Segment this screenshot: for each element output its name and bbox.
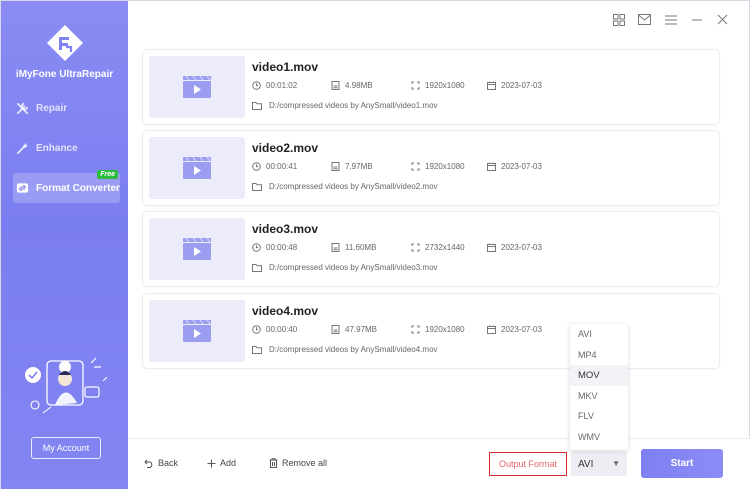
grid-icon[interactable] bbox=[612, 13, 625, 26]
mail-icon[interactable] bbox=[638, 13, 651, 26]
my-account-button[interactable]: My Account bbox=[31, 437, 101, 459]
calendar-icon bbox=[487, 325, 496, 334]
video-card[interactable]: video4.mov 00:00:40 47.97MB 1920x1080 20… bbox=[143, 294, 719, 368]
clock-icon bbox=[252, 243, 261, 252]
video-duration: 00:00:40 bbox=[252, 325, 297, 334]
menu-icon[interactable] bbox=[664, 13, 677, 26]
video-date: 2023-07-03 bbox=[487, 243, 542, 252]
video-name: video1.mov bbox=[252, 60, 319, 74]
format-option[interactable]: FLV bbox=[570, 406, 628, 427]
app-window: iMyFone UltraRepair Repair Enhance Forma… bbox=[0, 0, 750, 489]
format-option-highlighted[interactable]: MOV bbox=[570, 365, 628, 386]
file-icon bbox=[331, 243, 340, 252]
close-icon[interactable] bbox=[716, 13, 729, 26]
format-option[interactable]: AVI bbox=[570, 324, 628, 345]
start-button[interactable]: Start bbox=[641, 449, 723, 478]
output-format-label: Output Format bbox=[489, 452, 567, 476]
app-logo-icon bbox=[47, 25, 83, 61]
video-card[interactable]: video1.mov 00:01:02 4.98MB 1920x1080 202… bbox=[143, 50, 719, 124]
video-name: video2.mov bbox=[252, 141, 319, 155]
video-date: 2023-07-03 bbox=[487, 81, 542, 90]
video-size: 47.97MB bbox=[331, 325, 377, 334]
free-badge: Free bbox=[97, 170, 118, 179]
sidebar: iMyFone UltraRepair Repair Enhance Forma… bbox=[1, 1, 128, 489]
video-duration: 00:00:48 bbox=[252, 243, 297, 252]
format-select[interactable]: AVI ▼ bbox=[571, 452, 627, 476]
back-button[interactable]: Back bbox=[144, 458, 178, 468]
video-duration: 00:01:02 bbox=[252, 81, 297, 90]
resolution-icon bbox=[411, 325, 420, 334]
video-size: 4.98MB bbox=[331, 81, 373, 90]
video-path: D:/compressed videos by AnySmall/video4.… bbox=[252, 345, 438, 354]
minimize-icon[interactable] bbox=[690, 13, 703, 26]
video-name: video3.mov bbox=[252, 222, 319, 236]
remove-all-button[interactable]: Remove all bbox=[269, 458, 327, 468]
video-icon bbox=[183, 157, 211, 179]
video-duration: 00:00:41 bbox=[252, 162, 297, 171]
resolution-icon bbox=[411, 243, 420, 252]
video-resolution: 1920x1080 bbox=[411, 325, 465, 334]
sidebar-item-repair[interactable]: Repair bbox=[13, 95, 120, 121]
video-size: 11.60MB bbox=[331, 243, 376, 252]
format-dropdown: AVI MP4 MOV MKV FLV WMV bbox=[570, 324, 628, 450]
folder-icon bbox=[252, 263, 262, 272]
selected-format: AVI bbox=[578, 458, 594, 470]
add-button[interactable]: Add bbox=[207, 458, 236, 468]
clock-icon bbox=[252, 81, 261, 90]
video-date: 2023-07-03 bbox=[487, 162, 542, 171]
video-thumbnail bbox=[149, 218, 245, 280]
calendar-icon bbox=[487, 243, 496, 252]
video-name: video4.mov bbox=[252, 304, 319, 318]
format-option[interactable]: MP4 bbox=[570, 345, 628, 366]
sidebar-item-label: Enhance bbox=[36, 142, 78, 154]
magic-wand-icon bbox=[15, 141, 29, 155]
folder-icon bbox=[252, 101, 262, 110]
file-icon bbox=[331, 81, 340, 90]
convert-icon bbox=[15, 181, 29, 195]
video-path: D:/compressed videos by AnySmall/video2.… bbox=[252, 182, 438, 191]
sidebar-item-label: Repair bbox=[36, 102, 68, 114]
titlebar-controls bbox=[612, 13, 729, 26]
video-thumbnail bbox=[149, 137, 245, 199]
resolution-icon bbox=[411, 81, 420, 90]
format-option[interactable]: WMV bbox=[570, 427, 628, 448]
sidebar-item-format-converter[interactable]: Format Converter Free bbox=[13, 170, 120, 203]
calendar-icon bbox=[487, 81, 496, 90]
file-icon bbox=[331, 162, 340, 171]
app-name: iMyFone UltraRepair bbox=[15, 69, 114, 80]
back-arrow-icon bbox=[144, 459, 153, 468]
sidebar-item-label: Format Converter bbox=[36, 182, 120, 194]
clock-icon bbox=[252, 162, 261, 171]
video-thumbnail bbox=[149, 300, 245, 362]
folder-icon bbox=[252, 345, 262, 354]
video-thumbnail bbox=[149, 56, 245, 118]
calendar-icon bbox=[487, 162, 496, 171]
video-resolution: 1920x1080 bbox=[411, 162, 465, 171]
video-card[interactable]: video2.mov 00:00:41 7.97MB 1920x1080 202… bbox=[143, 131, 719, 205]
illustration bbox=[25, 357, 108, 414]
video-icon bbox=[183, 76, 211, 98]
wrench-icon bbox=[15, 101, 29, 115]
caret-down-icon: ▼ bbox=[612, 459, 620, 468]
plus-icon bbox=[207, 459, 216, 467]
file-icon bbox=[331, 325, 340, 334]
video-path: D:/compressed videos by AnySmall/video3.… bbox=[252, 263, 438, 272]
folder-icon bbox=[252, 182, 262, 191]
format-option[interactable]: MKV bbox=[570, 386, 628, 407]
video-path: D:/compressed videos by AnySmall/video1.… bbox=[252, 101, 438, 110]
video-icon bbox=[183, 320, 211, 342]
video-size: 7.97MB bbox=[331, 162, 373, 171]
sidebar-item-enhance[interactable]: Enhance bbox=[13, 135, 120, 161]
clock-icon bbox=[252, 325, 261, 334]
resolution-icon bbox=[411, 162, 420, 171]
video-resolution: 2732x1440 bbox=[411, 243, 465, 252]
video-icon bbox=[183, 238, 211, 260]
trash-icon bbox=[269, 458, 278, 468]
video-date: 2023-07-03 bbox=[487, 325, 542, 334]
video-resolution: 1920x1080 bbox=[411, 81, 465, 90]
video-card[interactable]: video3.mov 00:00:48 11.60MB 2732x1440 20… bbox=[143, 212, 719, 286]
